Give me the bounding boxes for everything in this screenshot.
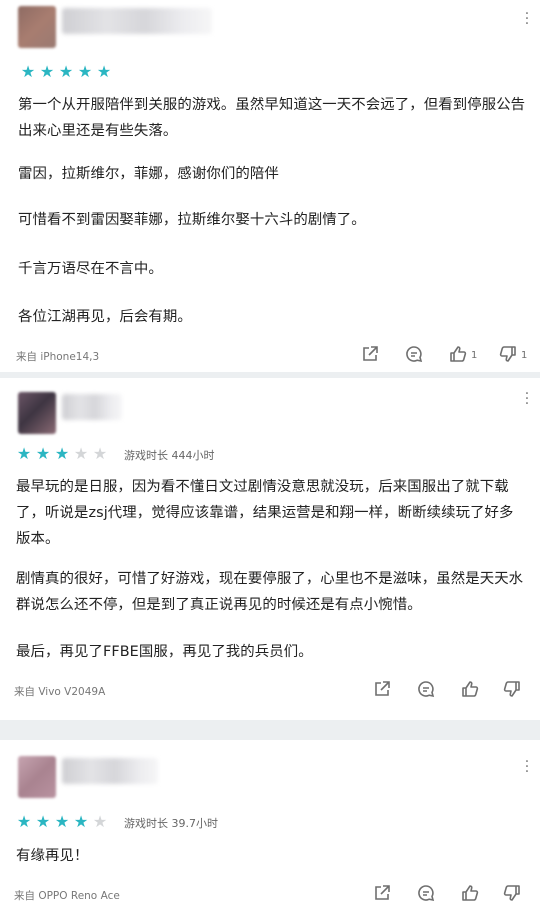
share-icon — [372, 679, 392, 702]
like-count: 1 — [471, 349, 478, 361]
dislike-button[interactable] — [502, 883, 525, 905]
username[interactable] — [62, 8, 212, 34]
thumbs-down-icon — [502, 883, 522, 906]
device-label: 来自 OPPO Reno Ace — [14, 890, 120, 902]
thumbs-down-icon — [498, 344, 518, 367]
avatar[interactable] — [18, 392, 56, 434]
review-paragraph: 剧情真的很好，可惜了好游戏，现在要停服了，心里也不是滋味，虽然是天天水群说怎么还… — [16, 571, 524, 613]
device-label: 来自 iPhone14,3 — [16, 351, 100, 363]
username[interactable] — [62, 394, 122, 420]
playtime: 游戏时长 39.7小时 — [124, 817, 218, 830]
star-filled-icon: ★ — [96, 62, 112, 81]
share-button[interactable] — [360, 344, 380, 366]
comment-button[interactable] — [404, 344, 424, 366]
comment-icon — [416, 883, 436, 906]
star-filled-icon: ★ — [39, 62, 55, 81]
star-rating: ★ ★ ★ ★ ★ — [20, 64, 112, 80]
comment-icon — [416, 679, 436, 702]
more-vertical-icon[interactable]: · · · — [524, 7, 530, 31]
star-empty-icon: ★ — [92, 444, 108, 463]
thumbs-down-icon — [502, 679, 522, 702]
review-paragraph: 有缘再见！ — [16, 848, 89, 864]
review-card: · · · ★ ★ ★ ★ ★ 第一个从开服陪伴到关服的游戏。虽然早知道这一天不会远了，但看… — [0, 0, 540, 372]
more-vertical-icon[interactable]: · · · — [524, 387, 530, 411]
review-paragraph: 第一个从开服陪伴到关服的游戏。虽然早知道这一天不会远了，但看到停服公告出来心里还… — [18, 97, 526, 139]
review-paragraph: 各位江湖再见，后会有期。 — [18, 309, 192, 325]
review-paragraph: 最后，再见了FFBE国服，再见了我的兵员们。 — [16, 644, 313, 660]
like-button[interactable] — [460, 679, 483, 701]
star-filled-icon: ★ — [58, 62, 74, 81]
star-filled-icon: ★ — [54, 444, 70, 463]
star-rating: ★ ★ ★ ★ ★ — [16, 814, 108, 830]
star-filled-icon: ★ — [73, 812, 89, 831]
star-filled-icon: ★ — [54, 812, 70, 831]
star-rating: ★ ★ ★ ★ ★ — [16, 446, 108, 462]
star-filled-icon: ★ — [35, 444, 51, 463]
star-filled-icon: ★ — [16, 812, 32, 831]
dislike-count: 1 — [521, 349, 528, 361]
like-button[interactable] — [460, 883, 483, 905]
playtime: 游戏时长 444小时 — [124, 449, 215, 462]
thumbs-up-icon — [460, 679, 480, 702]
like-button[interactable]: 1 — [448, 344, 477, 366]
avatar[interactable] — [18, 756, 56, 798]
review-paragraph: 可惜看不到雷因娶菲娜，拉斯维尔娶十六斗的剧情了。 — [18, 212, 366, 228]
thumbs-up-icon — [448, 344, 468, 367]
more-vertical-icon[interactable]: · · · — [524, 755, 530, 779]
comment-icon — [404, 344, 424, 367]
star-filled-icon: ★ — [77, 62, 93, 81]
device-label: 来自 Vivo V2049A — [14, 686, 106, 698]
username[interactable] — [62, 758, 158, 784]
dislike-button[interactable]: 1 — [498, 344, 527, 366]
star-filled-icon: ★ — [20, 62, 36, 81]
comment-button[interactable] — [416, 679, 436, 701]
review-paragraph: 最早玩的是日服，因为看不懂日文过剧情没意思就没玩，后来国服出了就下载了，听说是z… — [16, 479, 514, 547]
star-filled-icon: ★ — [16, 444, 32, 463]
star-empty-icon: ★ — [73, 444, 89, 463]
star-filled-icon: ★ — [35, 812, 51, 831]
review-paragraph: 千言万语尽在不言中。 — [18, 261, 163, 277]
star-empty-icon: ★ — [92, 812, 108, 831]
comment-button[interactable] — [416, 883, 436, 905]
review-card: · · · ★ ★ ★ ★ ★ 游戏时长 39.7小时 有缘再见！ 来自 OPPO Reno… — [0, 740, 540, 918]
share-icon — [360, 344, 380, 367]
share-icon — [372, 883, 392, 906]
review-card: · · · ★ ★ ★ ★ ★ 游戏时长 444小时 最早玩的是日服，因为看不懂日文过剧情没… — [0, 378, 540, 720]
review-paragraph: 雷因，拉斯维尔，菲娜，感谢你们的陪伴 — [18, 166, 279, 182]
thumbs-up-icon — [460, 883, 480, 906]
avatar[interactable] — [18, 6, 56, 48]
share-button[interactable] — [372, 679, 392, 701]
share-button[interactable] — [372, 883, 392, 905]
dislike-button[interactable] — [502, 679, 525, 701]
